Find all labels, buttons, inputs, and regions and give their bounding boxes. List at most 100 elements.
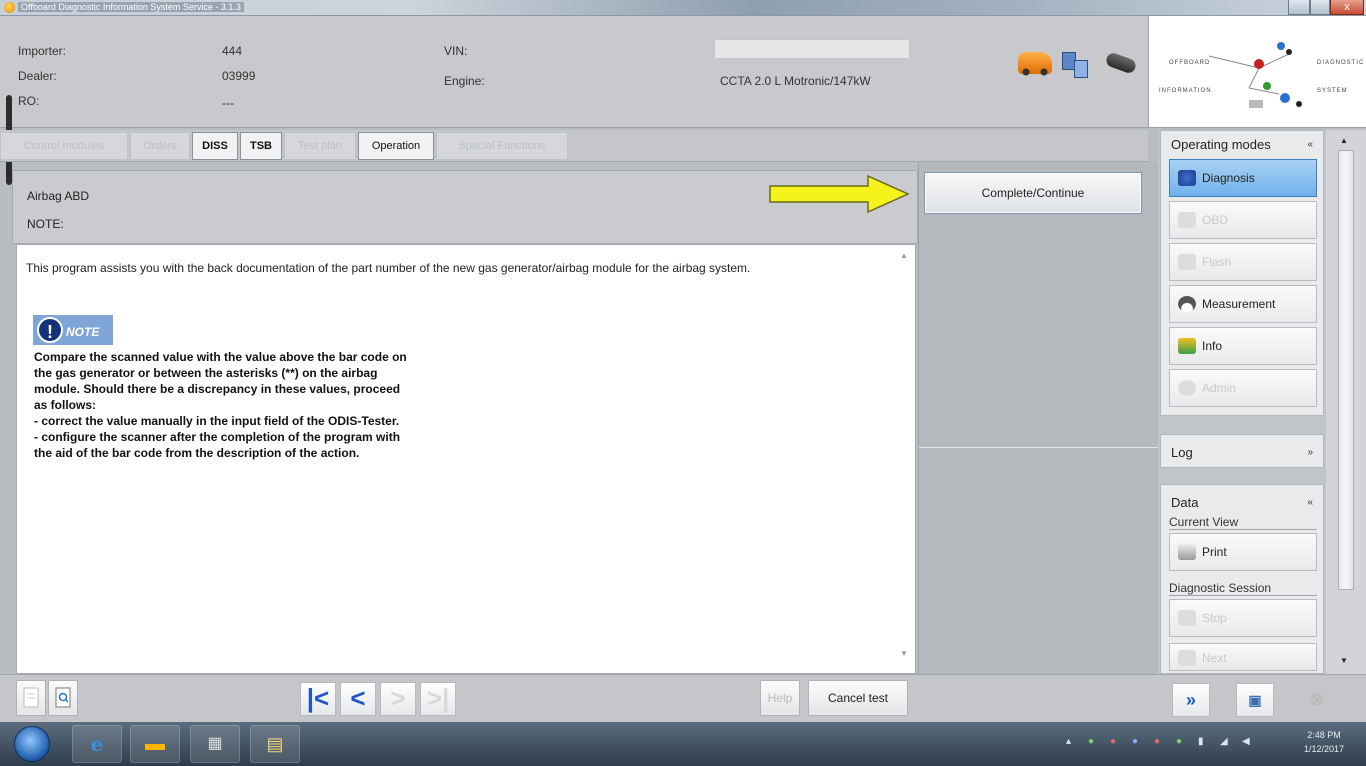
ro-value: --- <box>222 96 234 110</box>
next-icon <box>1178 650 1196 666</box>
print-button[interactable]: Print <box>1169 533 1317 571</box>
minimize-button[interactable] <box>1288 0 1310 15</box>
next-step-button[interactable]: > <box>380 682 416 716</box>
start-button[interactable] <box>14 726 50 762</box>
document-icon <box>23 687 39 708</box>
diagnosis-icon <box>1178 170 1196 186</box>
internet-explorer-icon[interactable]: e <box>72 725 122 763</box>
tray-battery-icon[interactable]: ▮ <box>1198 736 1204 747</box>
note-line: Compare the scanned value with the value… <box>34 350 407 364</box>
scroll-up-icon[interactable]: ▲ <box>1340 136 1348 145</box>
tray-volume-icon[interactable]: ◀ <box>1242 736 1250 747</box>
help-button[interactable]: Help <box>760 680 800 716</box>
previous-step-button[interactable]: < <box>340 682 376 716</box>
operating-modes-title: Operating modes <box>1171 137 1271 152</box>
log-section[interactable]: Log » <box>1160 434 1324 468</box>
connection-status-icons <box>1012 46 1142 86</box>
tab-diss[interactable]: DISS <box>192 132 238 160</box>
logo-word-information: INFORMATION <box>1159 88 1212 94</box>
data-title: Data <box>1171 495 1199 510</box>
odis-taskbar-icon[interactable]: ▬ <box>130 725 180 763</box>
right-side-panel: Operating modes « Diagnosis OBD Flash Me… <box>1158 130 1326 674</box>
tab-test-plan[interactable]: Test plan <box>284 132 356 160</box>
mode-flash-label: Flash <box>1202 255 1232 269</box>
admin-icon <box>1178 380 1196 396</box>
tray-chevron-icon[interactable]: ▴ <box>1066 736 1071 747</box>
network-icon[interactable] <box>1062 48 1088 78</box>
window-title-bar[interactable]: Offboard Diagnostic Information System S… <box>0 0 1366 16</box>
cancel-test-button[interactable]: Cancel test <box>808 680 908 716</box>
diagnostic-session-heading: Diagnostic Session <box>1169 581 1317 596</box>
mode-diagnosis-button[interactable]: Diagnosis <box>1169 159 1317 197</box>
vehicle-connection-icon[interactable] <box>1018 52 1052 76</box>
scroll-down-icon[interactable]: ▼ <box>897 649 911 661</box>
obd-icon <box>1178 212 1196 228</box>
expand-panel-button[interactable]: » <box>1172 683 1210 717</box>
ro-label: RO: <box>18 94 40 108</box>
note-text: Compare the scanned value with the value… <box>34 349 574 461</box>
mode-measurement-button[interactable]: Measurement <box>1169 285 1317 323</box>
vin-label: VIN: <box>444 44 468 58</box>
mode-info-button[interactable]: Info <box>1169 327 1317 365</box>
note-line: as follows: <box>34 398 97 412</box>
operating-modes-section: Operating modes « Diagnosis OBD Flash Me… <box>1160 130 1324 416</box>
engine-label: Engine: <box>444 74 485 88</box>
mode-measurement-label: Measurement <box>1202 297 1276 311</box>
scroll-down-icon[interactable]: ▼ <box>1340 656 1348 665</box>
stop-button[interactable]: Stop <box>1169 599 1317 637</box>
last-step-button[interactable]: >| <box>420 682 456 716</box>
tab-control-modules[interactable]: Control modules <box>0 132 128 160</box>
taskbar-clock[interactable]: 2:48 PM 1/12/2017 <box>1296 728 1352 756</box>
file-explorer-icon[interactable]: ▤ <box>250 725 300 763</box>
complete-continue-button[interactable]: Complete/Continue <box>924 172 1142 214</box>
tray-flag-icon[interactable]: ● <box>1154 736 1160 747</box>
logo-word-diagnostic: DIAGNOSTIC <box>1317 60 1365 66</box>
mode-admin-label: Admin <box>1202 381 1237 395</box>
info-icon: ! <box>37 317 63 343</box>
data-section: Data « Current View Print Diagnostic Ses… <box>1160 484 1324 674</box>
window-title: Offboard Diagnostic Information System S… <box>18 2 244 12</box>
document-scrollbar[interactable]: ▲ ▼ <box>897 251 911 661</box>
right-panel-scrollbar[interactable]: ▲ ▼ <box>1326 130 1366 674</box>
first-step-button[interactable]: |< <box>300 682 336 716</box>
disabled-action-button[interactable]: ⊗ <box>1298 683 1336 717</box>
action-column <box>918 162 1159 674</box>
tab-tsb[interactable]: TSB <box>240 132 282 160</box>
tab-special-functions[interactable]: Special Functions <box>436 132 568 160</box>
note-line: - correct the value manually in the inpu… <box>34 414 400 428</box>
tray-bluetooth-icon[interactable]: ● <box>1132 736 1138 747</box>
collapse-icon[interactable]: « <box>1307 497 1313 508</box>
expand-icon[interactable]: » <box>1307 447 1313 458</box>
current-view-heading: Current View <box>1169 515 1317 530</box>
note-label: NOTE: <box>27 217 64 231</box>
diagnostic-app-icon[interactable]: ▦ <box>190 725 240 763</box>
double-chevron-right-icon: » <box>1185 690 1196 710</box>
tab-operation[interactable]: Operation <box>358 132 434 160</box>
next-button[interactable]: Next <box>1169 643 1317 671</box>
zoom-document-button[interactable] <box>48 680 78 716</box>
info-books-icon <box>1178 338 1196 354</box>
next-label: Next <box>1202 651 1227 665</box>
maximize-button[interactable] <box>1310 0 1330 15</box>
tray-update-icon[interactable]: ● <box>1176 736 1182 747</box>
tray-security-icon[interactable]: ● <box>1110 736 1116 747</box>
screenshot-button[interactable]: ▣ <box>1236 683 1274 717</box>
note-line: module. Should there be a discrepancy in… <box>34 382 401 396</box>
close-circle-icon: ⊗ <box>1309 689 1325 709</box>
gauge-icon <box>1178 296 1196 312</box>
mode-admin-button[interactable]: Admin <box>1169 369 1317 407</box>
collapse-icon[interactable]: « <box>1307 139 1313 150</box>
scroll-up-icon[interactable]: ▲ <box>897 251 911 263</box>
document-zoom-icon <box>55 687 71 708</box>
tray-network-icon[interactable]: ● <box>1088 736 1094 747</box>
scrollbar-thumb[interactable] <box>1338 150 1354 590</box>
tab-orders[interactable]: Orders <box>130 132 190 160</box>
program-description: This program assists you with the back d… <box>26 261 751 275</box>
document-button[interactable] <box>16 680 46 716</box>
diagnostic-interface-icon[interactable] <box>1104 51 1138 75</box>
mode-obd-button[interactable]: OBD <box>1169 201 1317 239</box>
dealer-label: Dealer: <box>18 69 57 83</box>
close-button[interactable]: x <box>1330 0 1364 15</box>
tray-signal-icon[interactable]: ◢ <box>1220 736 1228 747</box>
mode-flash-button[interactable]: Flash <box>1169 243 1317 281</box>
